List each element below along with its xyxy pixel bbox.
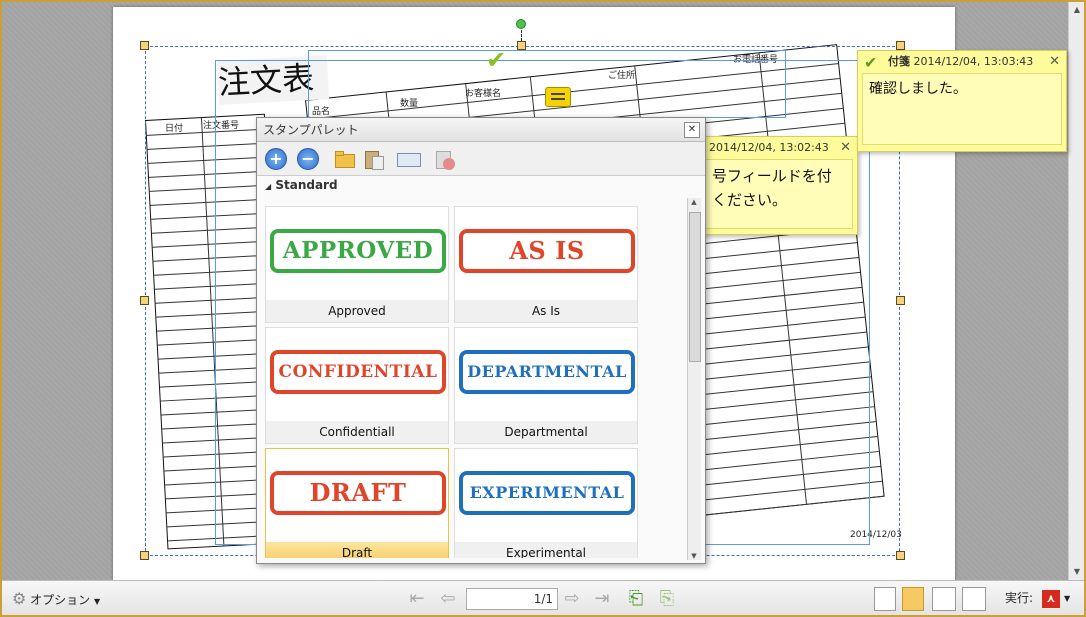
paste-icon[interactable]	[363, 148, 387, 170]
annotation-outline-inner	[308, 50, 786, 118]
resize-handle-tl[interactable]	[140, 41, 149, 50]
scroll-down-arrow[interactable]: ▼	[1069, 564, 1085, 580]
single-page-view-icon[interactable]	[874, 587, 896, 611]
palette-scrollbar[interactable]: ▲ ▼	[687, 198, 701, 560]
scroll-up-arrow[interactable]: ▲	[1069, 2, 1085, 18]
stamp-caption: Approved	[266, 300, 448, 322]
note1-timestamp: 2014/12/04, 13:03:43	[913, 55, 1034, 68]
collapse-triangle-icon[interactable]: ◢	[265, 182, 271, 191]
palette-toolbar: + −	[257, 142, 705, 176]
sticky-note-1[interactable]: ✔ 付箋 2014/12/04, 13:03:43 ✕ 確認しました。	[857, 50, 1067, 152]
comment-annotation-icon[interactable]	[545, 87, 571, 107]
scroll-up-arrow[interactable]: ▲	[688, 198, 700, 206]
stamp-palette-window[interactable]: スタンプパレット ✕ + − ◢ Standard APPROVED Appro…	[256, 117, 706, 564]
zoom-out-icon[interactable]: −	[297, 148, 319, 170]
note2-body-line1[interactable]: 号フィールドを付	[712, 164, 846, 188]
palette-title: スタンプパレット	[263, 123, 359, 137]
check-annotation-icon[interactable]: ✔	[486, 46, 506, 74]
bottom-toolbar: ⚙ オプション ▼ ⇤ ⇦ 1/1 ⇨ ⇥ ⎗ ⎘ 実行: ⋏ ▼	[2, 580, 1084, 615]
resize-handle-br[interactable]	[896, 551, 905, 560]
stamp-caption: Experimental	[455, 542, 637, 558]
stamp-approved[interactable]: APPROVED Approved	[265, 206, 449, 323]
two-page-continuous-view-icon[interactable]	[962, 587, 986, 611]
page-number-field[interactable]: 1/1	[466, 588, 558, 610]
first-page-icon[interactable]: ⇤	[407, 589, 427, 609]
resize-handle-bl[interactable]	[140, 551, 149, 560]
stamp-grid: APPROVED Approved AS IS As Is CONFIDENTI…	[257, 198, 682, 558]
next-page-icon[interactable]: ⇨	[562, 589, 582, 609]
previous-view-icon[interactable]: ⎗	[626, 589, 646, 609]
resize-handle-mr[interactable]	[896, 296, 905, 305]
scroll-down-arrow[interactable]: ▼	[688, 552, 700, 560]
continuous-view-icon[interactable]	[902, 587, 924, 611]
stamp-caption: Draft	[266, 542, 448, 558]
stamp-as-is[interactable]: AS IS As Is	[454, 206, 638, 323]
stamp-departmental[interactable]: DEPARTMENTAL Departmental	[454, 327, 638, 444]
execute-label: 実行:	[1005, 591, 1034, 605]
stamp-as-is-image: AS IS	[459, 229, 635, 273]
stamp-draft-image: DRAFT	[270, 471, 446, 515]
vertical-scrollbar[interactable]: ▲ ▼	[1068, 2, 1084, 580]
check-icon: ✔	[864, 53, 878, 72]
section-header[interactable]: ◢ Standard	[265, 178, 338, 192]
stamp-approved-image: APPROVED	[270, 229, 446, 273]
stamp-properties-icon[interactable]	[397, 148, 421, 170]
stamp-departmental-image: DEPARTMENTAL	[459, 350, 635, 394]
rotation-handle[interactable]	[516, 19, 526, 29]
resize-handle-ml[interactable]	[140, 296, 149, 305]
note2-timestamp: 2014/12/04, 13:02:43	[709, 141, 829, 154]
close-icon[interactable]: ✕	[684, 122, 700, 138]
gear-icon: ⚙	[12, 589, 27, 608]
open-folder-icon[interactable]	[333, 148, 357, 170]
stamp-draft[interactable]: DRAFT Draft	[265, 448, 449, 558]
options-menu[interactable]: ⚙ オプション ▼	[12, 581, 100, 616]
last-page-icon[interactable]: ⇥	[592, 589, 612, 609]
stamp-experimental[interactable]: EXPERIMENTAL Experimental	[454, 448, 638, 558]
options-label: オプション	[30, 593, 91, 607]
stamp-experimental-image: EXPERIMENTAL	[459, 471, 635, 515]
close-icon[interactable]: ✕	[840, 137, 851, 159]
next-view-icon[interactable]: ⎘	[657, 589, 677, 609]
delete-icon[interactable]	[433, 148, 457, 170]
note1-title: 付箋	[888, 55, 910, 68]
zoom-in-icon[interactable]: +	[265, 148, 287, 170]
scrollbar-thumb[interactable]	[689, 212, 701, 362]
chevron-down-icon[interactable]: ▼	[1064, 581, 1070, 616]
palette-titlebar[interactable]: スタンプパレット ✕	[257, 118, 705, 142]
resize-handle-tr[interactable]	[896, 41, 905, 50]
stamp-confidential-image: CONFIDENTIAL	[270, 350, 446, 394]
note1-body[interactable]: 確認しました。	[862, 73, 1062, 145]
chevron-down-icon: ▼	[94, 597, 101, 606]
close-icon[interactable]: ✕	[1049, 51, 1060, 73]
stamp-caption: Confidentiall	[266, 421, 448, 443]
two-page-view-icon[interactable]	[932, 587, 956, 611]
pdf-icon[interactable]: ⋏	[1042, 590, 1060, 608]
sticky-note-2[interactable]: 2014/12/04, 13:02:43 ✕ 号フィールドを付 ください。	[700, 136, 858, 235]
stamp-confidential[interactable]: CONFIDENTIAL Confidentiall	[265, 327, 449, 444]
previous-page-icon[interactable]: ⇦	[438, 589, 458, 609]
resize-handle-tm[interactable]	[517, 41, 526, 50]
note2-body-line2[interactable]: ください。	[712, 188, 846, 212]
stamp-caption: Departmental	[455, 421, 637, 443]
section-label: Standard	[275, 178, 338, 192]
stamp-caption: As Is	[455, 300, 637, 322]
